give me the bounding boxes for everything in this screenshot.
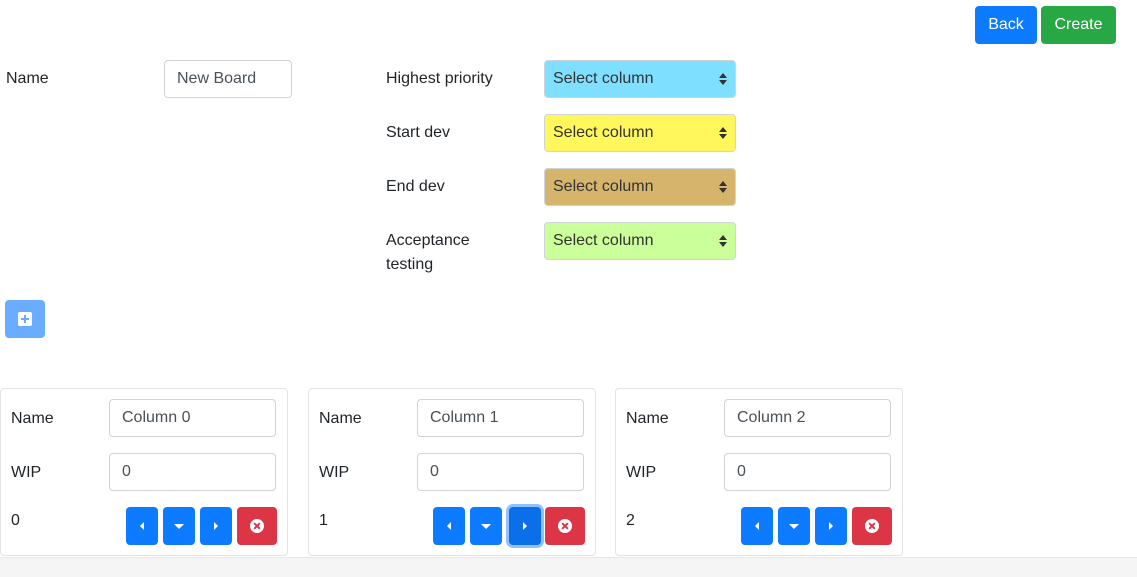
column-card-0: Name WIP 0	[0, 388, 288, 556]
end-dev-select[interactable]: Select column	[544, 168, 736, 206]
column-index: 0	[11, 512, 20, 529]
delete-column-button[interactable]	[852, 507, 892, 545]
column-wip-input[interactable]	[724, 453, 891, 491]
board-name-label: Name	[6, 70, 49, 87]
plus-square-icon	[18, 312, 32, 326]
caret-right-icon	[523, 522, 527, 530]
select-arrows-icon	[718, 181, 728, 193]
select-value: Select column	[553, 124, 654, 141]
column-wip-label: WIP	[626, 464, 657, 481]
move-right-button[interactable]	[200, 507, 232, 545]
column-name-label: Name	[626, 410, 669, 427]
select-arrows-icon	[718, 73, 728, 85]
column-wip-label: WIP	[11, 464, 42, 481]
move-left-button[interactable]	[433, 507, 465, 545]
select-value: Select column	[553, 178, 654, 195]
select-arrows-icon	[718, 127, 728, 139]
start-dev-select[interactable]: Select column	[544, 114, 736, 152]
caret-down-icon	[789, 523, 799, 529]
board-editor-page: Back Create Name Highest priority Select…	[0, 0, 1137, 577]
close-circle-icon	[558, 519, 572, 533]
caret-left-icon	[140, 522, 144, 530]
column-name-label: Name	[319, 410, 362, 427]
select-value: Select column	[553, 232, 654, 249]
acceptance-testing-select[interactable]: Select column	[544, 222, 736, 260]
move-right-button[interactable]	[815, 507, 847, 545]
column-name-input[interactable]	[109, 399, 276, 437]
move-down-button[interactable]	[163, 507, 195, 545]
column-name-input[interactable]	[417, 399, 584, 437]
caret-left-icon	[755, 522, 759, 530]
caret-left-icon	[447, 522, 451, 530]
horizontal-scrollbar[interactable]	[0, 557, 1137, 577]
board-name-input[interactable]	[164, 60, 292, 98]
create-button[interactable]: Create	[1041, 6, 1116, 44]
back-button[interactable]: Back	[975, 6, 1037, 44]
column-wip-input[interactable]	[417, 453, 584, 491]
column-card-2: Name WIP 2	[615, 388, 903, 556]
column-name-input[interactable]	[724, 399, 891, 437]
add-column-button[interactable]	[5, 300, 45, 338]
move-down-button[interactable]	[470, 507, 502, 545]
move-right-button[interactable]	[509, 507, 541, 545]
caret-down-icon	[481, 523, 491, 529]
delete-column-button[interactable]	[237, 507, 277, 545]
select-value: Select column	[553, 70, 654, 87]
column-wip-input[interactable]	[109, 453, 276, 491]
caret-right-icon	[829, 522, 833, 530]
acceptance-testing-label-line2: testing	[386, 256, 434, 273]
close-circle-icon	[250, 519, 264, 533]
close-circle-icon	[865, 519, 879, 533]
start-dev-label: Start dev	[386, 124, 451, 141]
column-wip-label: WIP	[319, 464, 350, 481]
column-name-label: Name	[11, 410, 54, 427]
acceptance-testing-label-line1: Acceptance	[386, 232, 470, 249]
column-index: 1	[319, 512, 328, 529]
caret-down-icon	[174, 523, 184, 529]
caret-right-icon	[214, 522, 218, 530]
column-card-1: Name WIP 1	[308, 388, 596, 556]
delete-column-button[interactable]	[545, 507, 585, 545]
highest-priority-label: Highest priority	[386, 70, 493, 87]
highest-priority-select[interactable]: Select column	[544, 60, 736, 98]
move-down-button[interactable]	[778, 507, 810, 545]
column-index: 2	[626, 512, 635, 529]
select-arrows-icon	[718, 235, 728, 247]
move-left-button[interactable]	[741, 507, 773, 545]
end-dev-label: End dev	[386, 178, 445, 195]
move-left-button[interactable]	[126, 507, 158, 545]
